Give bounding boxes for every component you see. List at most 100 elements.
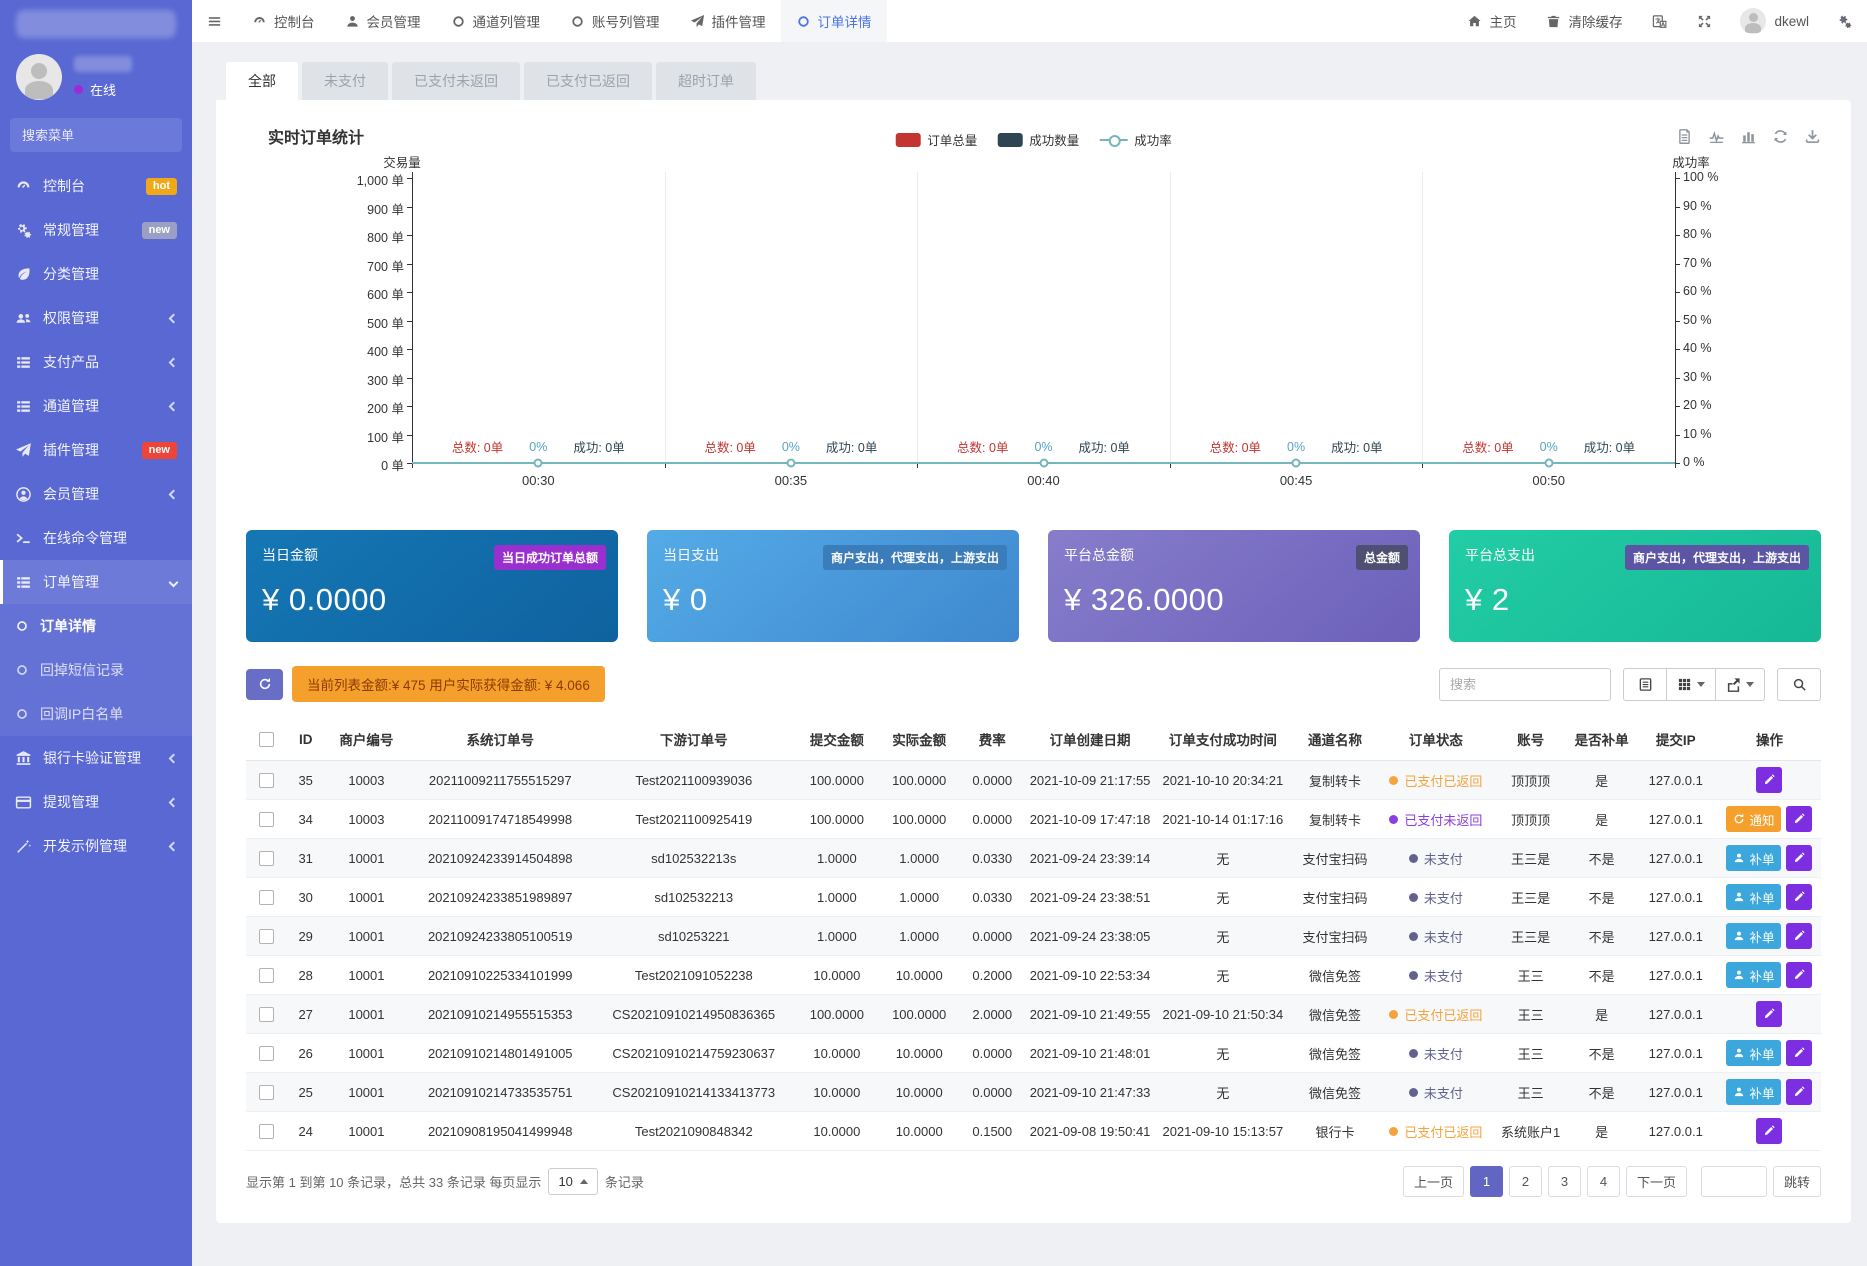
topnav-item-4[interactable]: 插件管理 xyxy=(675,0,781,42)
sidebar-item-4[interactable]: 支付产品 xyxy=(0,340,192,384)
row-checkbox[interactable] xyxy=(259,929,274,944)
edit-button[interactable] xyxy=(1786,884,1812,910)
edit-button[interactable] xyxy=(1756,1001,1782,1027)
page-button-4[interactable]: 4 xyxy=(1587,1166,1620,1197)
sidebar-subitem-1[interactable]: 回掉短信记录 xyxy=(0,648,192,692)
edit-button[interactable] xyxy=(1756,1118,1782,1144)
reissue-button[interactable]: 补单 xyxy=(1726,845,1781,871)
page-button-2[interactable]: 2 xyxy=(1509,1166,1542,1197)
sidebar-item-5[interactable]: 通道管理 xyxy=(0,384,192,428)
row-select-cell xyxy=(246,956,287,995)
row-select-cell xyxy=(246,995,287,1034)
edit-button[interactable] xyxy=(1786,1079,1812,1105)
avatar[interactable] xyxy=(16,54,62,100)
jump-button[interactable]: 跳转 xyxy=(1773,1166,1821,1197)
export-button[interactable] xyxy=(1715,668,1765,701)
edit-button[interactable] xyxy=(1786,806,1812,832)
point-label-rate: 0% xyxy=(782,440,800,454)
prev-page-button[interactable]: 上一页 xyxy=(1403,1166,1464,1197)
sidebar-item-12[interactable]: 开发示例管理 xyxy=(0,824,192,868)
restore-icon[interactable] xyxy=(1772,128,1789,145)
row-checkbox[interactable] xyxy=(259,773,274,788)
legend-item-0[interactable]: 订单总量 xyxy=(895,130,977,149)
chevron-left-icon xyxy=(169,401,179,411)
topnav-item-0[interactable]: 控制台 xyxy=(237,0,330,42)
download-icon[interactable] xyxy=(1804,128,1821,145)
edit-button[interactable] xyxy=(1786,923,1812,949)
line-chart-icon[interactable] xyxy=(1708,128,1725,145)
edit-button[interactable] xyxy=(1786,1040,1812,1066)
tab-1[interactable]: 未支付 xyxy=(302,62,388,100)
reissue-button[interactable]: 补单 xyxy=(1726,923,1781,949)
reissue-button[interactable]: 补单 xyxy=(1726,1040,1781,1066)
language-button[interactable] xyxy=(1637,0,1682,42)
column-header: 提交金额 xyxy=(796,718,878,761)
edit-button[interactable] xyxy=(1786,845,1812,871)
sidebar-item-8[interactable]: 在线命令管理 xyxy=(0,516,192,560)
edit-button[interactable] xyxy=(1756,767,1782,793)
tab-3[interactable]: 已支付已返回 xyxy=(524,62,652,100)
cell-created: 2021-09-24 23:39:14 xyxy=(1024,839,1156,878)
topbar: 控制台会员管理通道列管理账号列管理插件管理订单详情 主页 清除缓存 dkewl xyxy=(192,0,1867,42)
home-link[interactable]: 主页 xyxy=(1452,0,1531,42)
tab-0[interactable]: 全部 xyxy=(226,62,298,100)
cell-merchant: 10001 xyxy=(324,956,408,995)
sidebar-item-6[interactable]: 插件管理new xyxy=(0,428,192,472)
row-checkbox[interactable] xyxy=(259,812,274,827)
sidebar-search-input[interactable] xyxy=(22,128,155,143)
row-checkbox[interactable] xyxy=(259,968,274,983)
edit-button[interactable] xyxy=(1786,962,1812,988)
user-menu[interactable]: dkewl xyxy=(1727,0,1822,42)
tab-2[interactable]: 已支付未返回 xyxy=(392,62,520,100)
sidebar-item-7[interactable]: 会员管理 xyxy=(0,472,192,516)
topnav-item-1[interactable]: 会员管理 xyxy=(330,0,436,42)
sidebar-item-2[interactable]: 分类管理 xyxy=(0,252,192,296)
detail-view-button[interactable] xyxy=(1623,668,1667,701)
menu-toggle-button[interactable] xyxy=(192,0,237,42)
row-checkbox[interactable] xyxy=(259,1007,274,1022)
tab-4[interactable]: 超时订单 xyxy=(656,62,756,100)
sidebar-item-label: 银行卡验证管理 xyxy=(43,748,141,768)
search-icon[interactable] xyxy=(155,128,170,143)
sidebar-item-3[interactable]: 权限管理 xyxy=(0,296,192,340)
jump-page-input[interactable] xyxy=(1701,1166,1767,1197)
clear-cache-link[interactable]: 清除缓存 xyxy=(1531,0,1637,42)
search-button[interactable] xyxy=(1777,668,1821,701)
notify-button[interactable]: 通知 xyxy=(1726,806,1781,832)
refresh-button[interactable] xyxy=(246,669,283,700)
reissue-button[interactable]: 补单 xyxy=(1726,962,1781,988)
table-search-input[interactable] xyxy=(1439,668,1611,701)
per-page-select[interactable]: 10 xyxy=(548,1168,597,1195)
columns-button[interactable] xyxy=(1666,668,1716,701)
user-icon xyxy=(1733,1086,1745,1098)
cell-actions xyxy=(1718,995,1821,1034)
user-circle-icon xyxy=(15,486,32,503)
sidebar-item-1[interactable]: 常规管理new xyxy=(0,208,192,252)
row-checkbox[interactable] xyxy=(259,1085,274,1100)
legend-item-2[interactable]: 成功率 xyxy=(1099,130,1172,149)
row-checkbox[interactable] xyxy=(259,890,274,905)
legend-item-1[interactable]: 成功数量 xyxy=(997,130,1079,149)
select-all-checkbox[interactable] xyxy=(259,732,274,747)
reissue-button[interactable]: 补单 xyxy=(1726,884,1781,910)
sidebar-subitem-2[interactable]: 回调IP白名单 xyxy=(0,692,192,736)
bar-chart-icon[interactable] xyxy=(1740,128,1757,145)
sidebar-item-9[interactable]: 订单管理 xyxy=(0,560,192,604)
row-checkbox[interactable] xyxy=(259,1124,274,1139)
settings-button[interactable] xyxy=(1822,0,1867,42)
data-view-icon[interactable] xyxy=(1676,128,1693,145)
row-checkbox[interactable] xyxy=(259,1046,274,1061)
sidebar-item-10[interactable]: 银行卡验证管理 xyxy=(0,736,192,780)
topnav-item-5[interactable]: 订单详情 xyxy=(781,0,887,42)
next-page-button[interactable]: 下一页 xyxy=(1626,1166,1687,1197)
topnav-item-2[interactable]: 通道列管理 xyxy=(436,0,556,42)
topnav-item-3[interactable]: 账号列管理 xyxy=(555,0,675,42)
sidebar-item-0[interactable]: 控制台hot xyxy=(0,164,192,208)
reissue-button[interactable]: 补单 xyxy=(1726,1079,1781,1105)
sidebar-item-11[interactable]: 提现管理 xyxy=(0,780,192,824)
row-checkbox[interactable] xyxy=(259,851,274,866)
fullscreen-button[interactable] xyxy=(1682,0,1727,42)
page-button-1[interactable]: 1 xyxy=(1470,1166,1503,1197)
page-button-3[interactable]: 3 xyxy=(1548,1166,1581,1197)
sidebar-subitem-0[interactable]: 订单详情 xyxy=(0,604,192,648)
